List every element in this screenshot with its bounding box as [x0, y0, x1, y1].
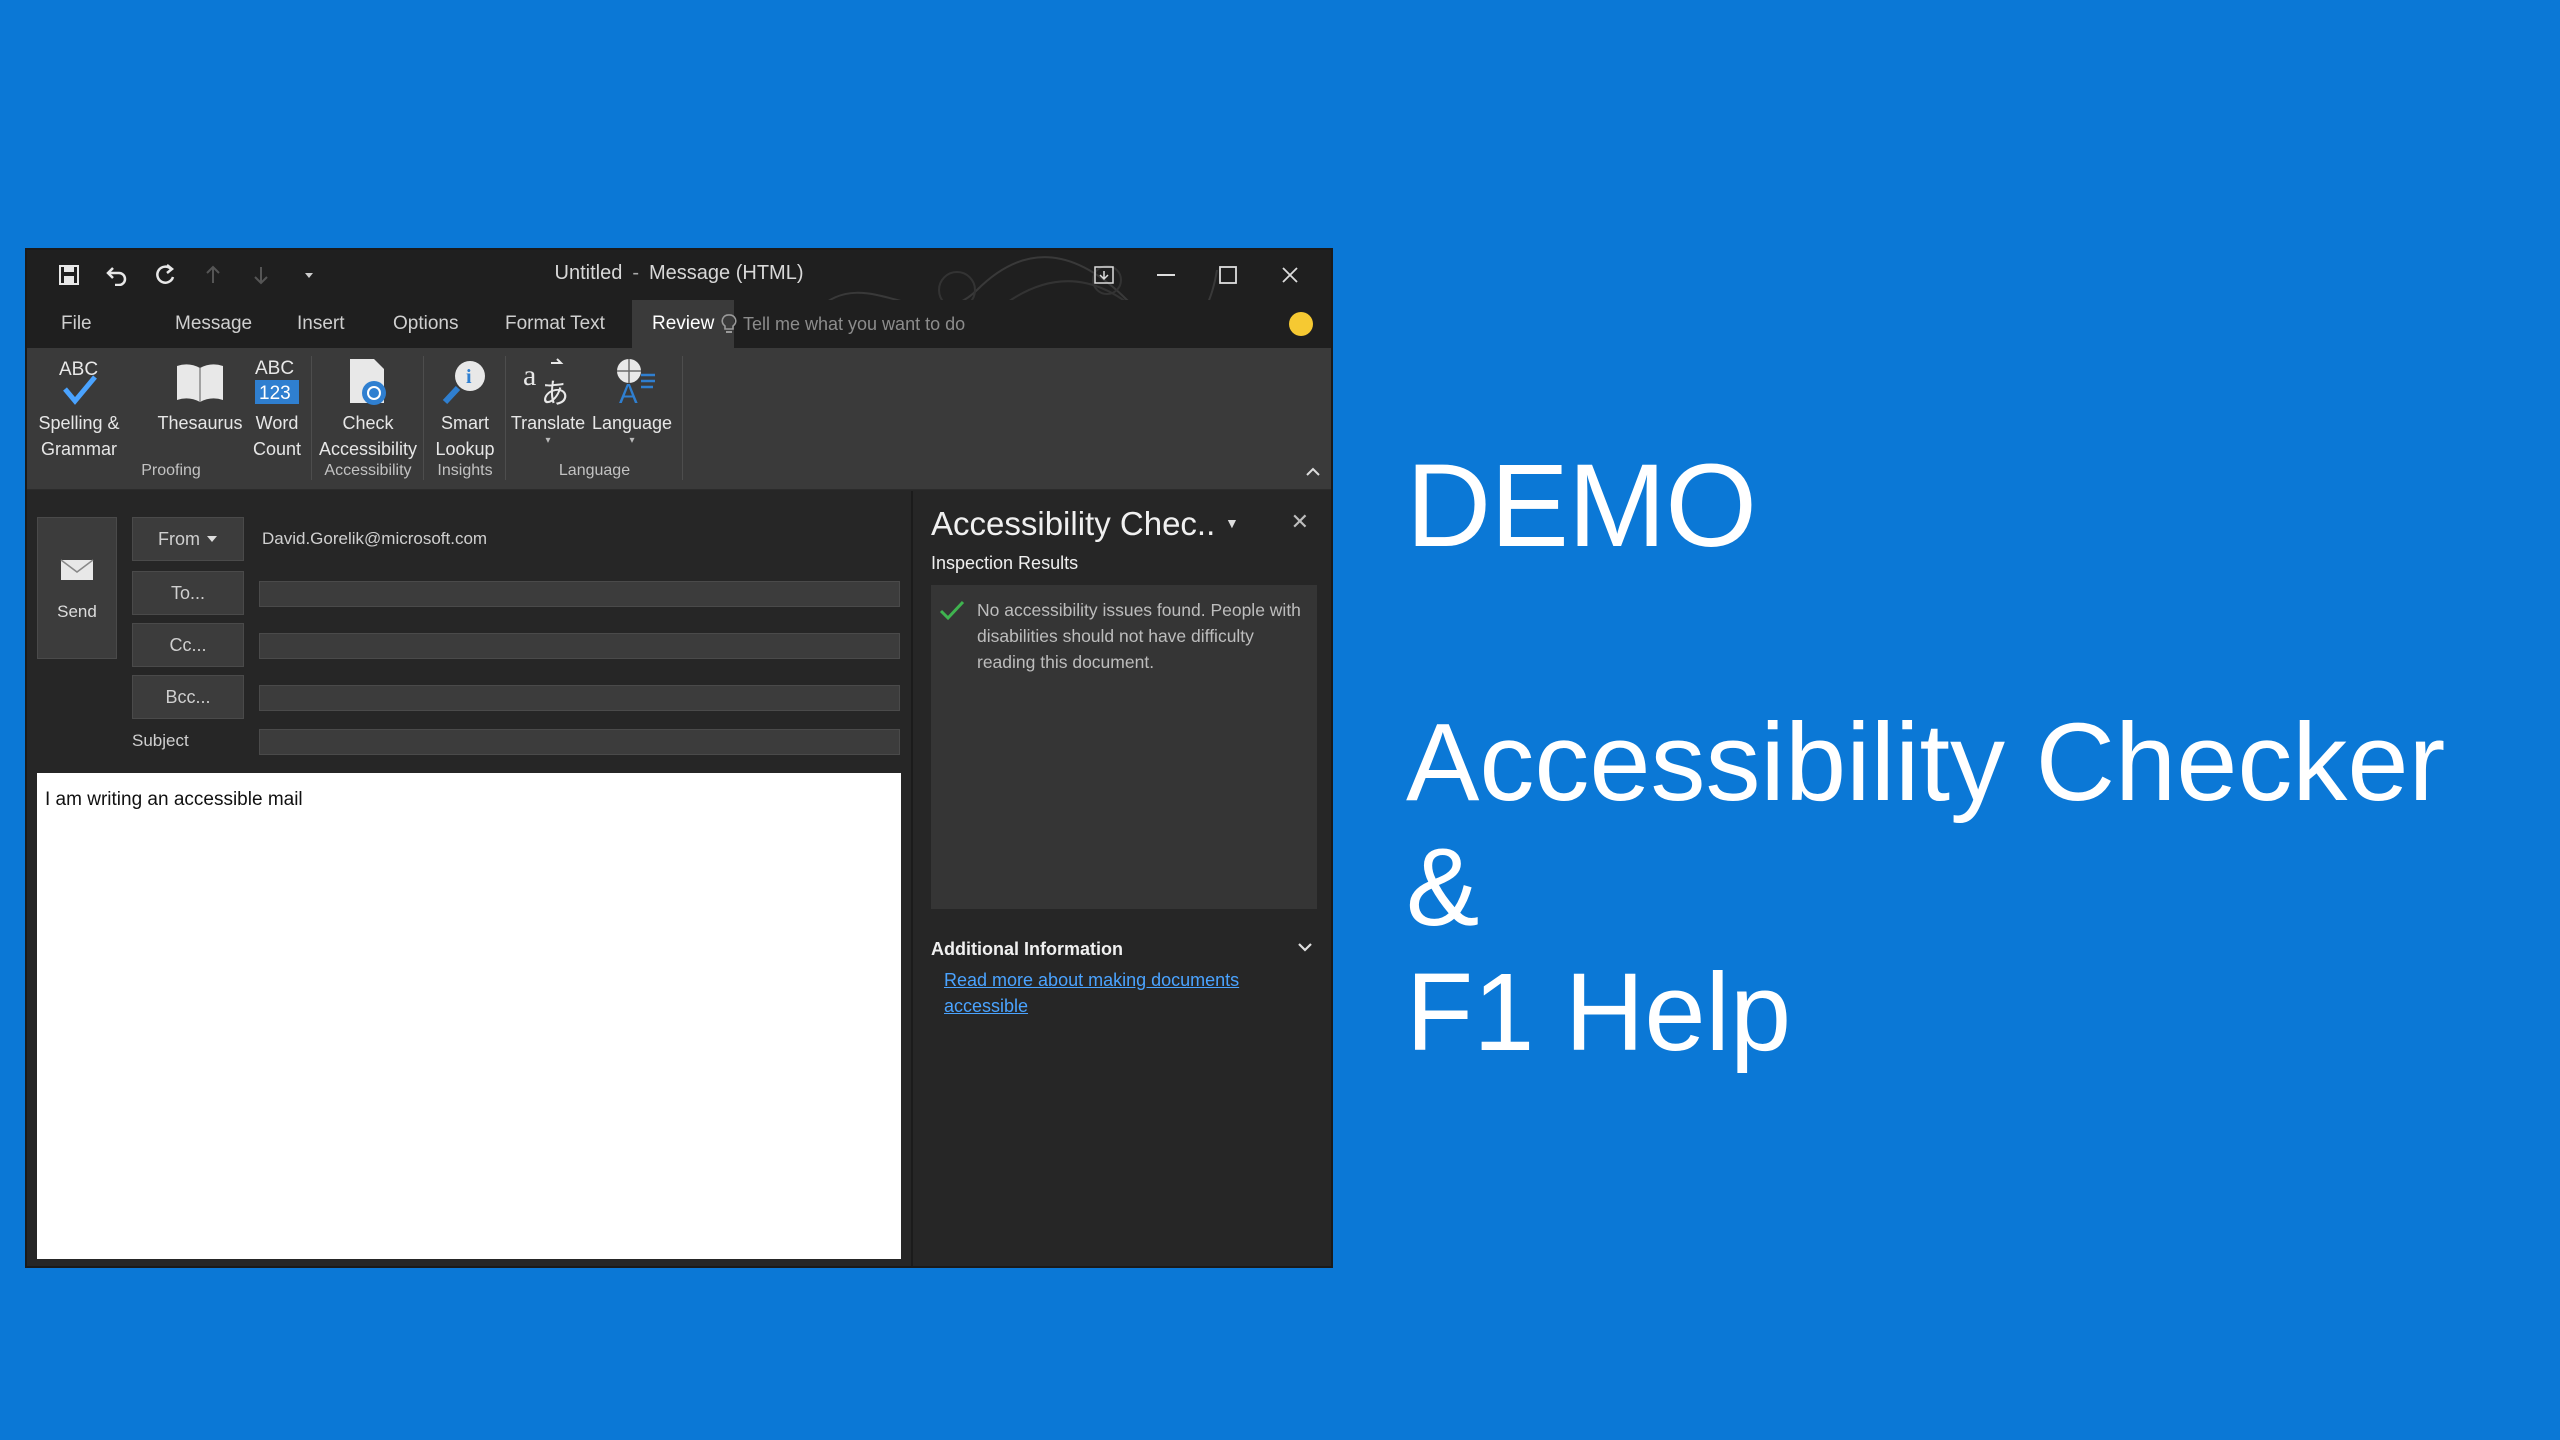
ribbon-review: ABC Spelling & Grammar Thesaurus ABC 123 …: [27, 348, 1331, 490]
pane-title: Accessibility Chec..: [931, 505, 1216, 542]
tell-me-text: Tell me what you want to do: [743, 313, 966, 334]
slide-heading-line-3: F1 Help: [1406, 951, 1792, 1074]
bcc-button[interactable]: Bcc...: [132, 675, 244, 719]
group-separator: [423, 356, 424, 480]
message-body[interactable]: I am writing an accessible mail: [37, 773, 901, 1259]
maximize-icon[interactable]: [1197, 256, 1259, 294]
from-button[interactable]: From: [132, 517, 244, 561]
translate-button[interactable]: aあ Translate ▾: [507, 354, 589, 446]
chevron-down-icon: [207, 536, 217, 542]
title-type: Message (HTML): [649, 262, 804, 284]
send-label: Send: [57, 602, 97, 621]
translate-icon: aあ: [523, 358, 569, 409]
translate-label: Translate: [510, 413, 586, 433]
tab-review[interactable]: Review: [632, 300, 735, 348]
svg-text:A: A: [619, 378, 638, 409]
group-label-insights: Insights: [437, 462, 493, 479]
additional-information-heading[interactable]: Additional Information: [931, 939, 1123, 960]
subject-field[interactable]: [259, 729, 900, 755]
translate-dropdown-icon[interactable]: ▾: [507, 436, 589, 446]
inspection-results-box: No accessibility issues found. People wi…: [931, 585, 1317, 909]
title-bar: Untitled - Message (HTML): [27, 250, 1331, 331]
smart-lookup-button[interactable]: i Smart Lookup: [425, 354, 505, 462]
tab-file[interactable]: File: [41, 300, 112, 348]
word-count-icon: ABC 123: [255, 358, 299, 404]
tab-message[interactable]: Message: [155, 300, 272, 348]
language-button[interactable]: A Language ▾: [589, 354, 675, 446]
spelling-grammar-button[interactable]: ABC Spelling & Grammar: [31, 354, 127, 462]
language-dropdown-icon[interactable]: ▾: [589, 436, 675, 446]
chevron-down-icon[interactable]: [1297, 941, 1313, 953]
spelling-abc-check-icon: ABC: [59, 359, 98, 405]
thesaurus-button[interactable]: Thesaurus: [145, 354, 255, 436]
group-label-accessibility: Accessibility: [324, 462, 412, 479]
svg-text:i: i: [466, 366, 472, 388]
pane-close-icon[interactable]: ✕: [1291, 509, 1309, 535]
minimize-icon[interactable]: [1135, 256, 1197, 294]
title-separator: -: [632, 262, 639, 284]
feedback-smiley-icon[interactable]: [1289, 312, 1313, 336]
tab-format-text[interactable]: Format Text: [485, 300, 625, 348]
slide-heading: Accessibility Checker & F1 Help: [1406, 700, 2445, 1075]
subject-label: Subject: [132, 731, 189, 750]
inspection-results-heading: Inspection Results: [931, 553, 1079, 573]
thesaurus-label: Thesaurus: [157, 413, 243, 433]
bcc-field[interactable]: [259, 685, 900, 711]
message-body-text: I am writing an accessible mail: [45, 789, 303, 810]
svg-text:あ: あ: [541, 377, 569, 409]
word-count-label: Word Count: [252, 413, 302, 459]
tab-insert[interactable]: Insert: [277, 300, 365, 348]
language-globe-icon: A: [617, 359, 655, 409]
smart-lookup-icon: i: [442, 361, 485, 405]
slide-demo-title: DEMO: [1406, 440, 1757, 572]
tab-options[interactable]: Options: [373, 300, 478, 348]
ribbon-display-options-icon[interactable]: [1073, 256, 1135, 294]
close-window-icon[interactable]: [1259, 256, 1321, 294]
svg-text:ABC: ABC: [255, 358, 294, 379]
send-envelope-icon: [60, 559, 94, 580]
collapse-ribbon-icon[interactable]: [1305, 464, 1321, 482]
smart-lookup-label: Smart Lookup: [435, 413, 495, 459]
to-button[interactable]: To...: [132, 571, 244, 615]
group-separator: [505, 356, 506, 480]
svg-text:123: 123: [259, 383, 291, 404]
outlook-window: Untitled - Message (HTML) File Message Ins…: [27, 250, 1331, 1266]
group-separator: [311, 356, 312, 480]
pane-options-dropdown-icon[interactable]: ▼: [1225, 515, 1239, 531]
tell-me-box[interactable]: Tell me what you want to do: [721, 313, 965, 335]
ribbon-tabs: File Message Insert Options Format Text …: [27, 300, 1331, 348]
svg-text:a: a: [523, 359, 536, 392]
send-button[interactable]: Send: [37, 517, 117, 659]
accessibility-checker-pane: Accessibility Chec.. ▼ ✕ Inspection Resu…: [911, 491, 1331, 1266]
window-controls: [1073, 256, 1321, 294]
thesaurus-book-icon: [177, 364, 223, 402]
compose-area: Send From David.Gorelik@microsoft.com To…: [27, 491, 911, 1266]
lightbulb-icon: [721, 314, 737, 333]
title-document: Untitled: [554, 262, 623, 284]
group-label-proofing: Proofing: [141, 462, 201, 479]
read-more-link[interactable]: Read more about making documents accessi…: [944, 967, 1284, 1019]
group-label-language: Language: [558, 462, 631, 479]
checkmark-icon: [939, 600, 965, 621]
slide-heading-line-1: Accessibility Checker: [1406, 701, 2446, 824]
to-field[interactable]: [259, 581, 900, 607]
check-accessibility-label: Check Accessibility: [318, 413, 418, 459]
word-count-button[interactable]: ABC 123 Word Count: [247, 354, 307, 462]
spelling-grammar-label: Spelling & Grammar: [38, 413, 120, 459]
cc-button[interactable]: Cc...: [132, 623, 244, 667]
slide-heading-line-2: &: [1406, 826, 1480, 949]
check-accessibility-button[interactable]: Check Accessibility: [313, 354, 423, 462]
check-accessibility-icon: [350, 359, 386, 405]
from-address: David.Gorelik@microsoft.com: [262, 529, 488, 548]
language-label: Language: [591, 413, 673, 433]
inspection-result-message: No accessibility issues found. People wi…: [977, 600, 1301, 672]
from-label: From: [158, 528, 200, 549]
group-separator: [682, 356, 683, 480]
cc-field[interactable]: [259, 633, 900, 659]
